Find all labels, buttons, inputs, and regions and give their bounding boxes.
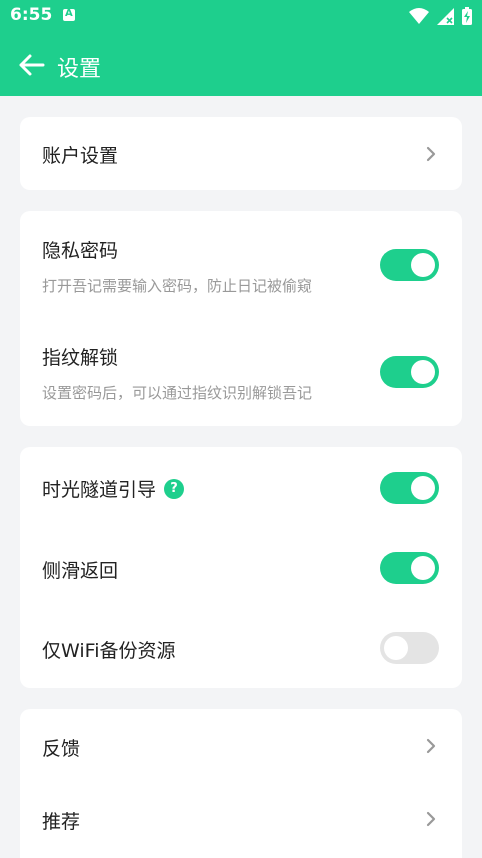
cellular-no-data-icon xyxy=(437,7,454,25)
page-title: 设置 xyxy=(57,57,102,82)
time-tunnel-guide-row[interactable]: 时光隧道引导 ? xyxy=(20,447,462,528)
top-bar: 6:55 设置 xyxy=(0,0,482,96)
arrow-left-icon xyxy=(19,54,45,76)
fingerprint-unlock-toggle[interactable] xyxy=(380,356,439,388)
wifi-only-backup-toggle[interactable] xyxy=(380,632,439,664)
status-time: 6:55 xyxy=(10,5,53,25)
security-card: 隐私密码 打开吾记需要输入密码，防止日记被偷窥 指纹解锁 设置密码后，可以通过指… xyxy=(20,211,462,426)
status-icons xyxy=(409,7,472,25)
account-settings-label: 账户设置 xyxy=(42,145,119,167)
swipe-back-toggle[interactable] xyxy=(380,552,439,584)
privacy-password-description: 打开吾记需要输入密码，防止日记被偷窥 xyxy=(42,277,313,295)
general-card: 时光隧道引导 ? 侧滑返回 仅WiFi备份资源 xyxy=(20,447,462,688)
toggle-knob xyxy=(411,476,435,500)
account-card: 账户设置 xyxy=(20,117,462,190)
swipe-back-label: 侧滑返回 xyxy=(42,560,119,582)
status-bar: 6:55 xyxy=(0,0,482,32)
app-notification-icon xyxy=(63,8,75,21)
feedback-label: 反馈 xyxy=(42,738,81,760)
toggle-knob xyxy=(411,556,435,580)
wifi-icon xyxy=(409,8,429,24)
fingerprint-unlock-row[interactable]: 指纹解锁 设置密码后，可以通过指纹识别解锁吾记 xyxy=(20,318,462,426)
recommend-row[interactable]: 推荐 xyxy=(20,782,462,858)
battery-charging-icon xyxy=(462,7,472,25)
app-bar: 设置 xyxy=(0,38,482,94)
help-icon[interactable]: ? xyxy=(164,478,185,499)
time-tunnel-guide-title: 时光隧道引导 ? xyxy=(42,475,185,502)
toggle-knob xyxy=(411,253,435,277)
feedback-row[interactable]: 反馈 xyxy=(20,709,462,782)
time-tunnel-guide-label: 时光隧道引导 xyxy=(42,479,157,501)
back-button[interactable] xyxy=(14,48,48,82)
misc-card: 反馈 推荐 xyxy=(20,709,462,858)
toggle-knob xyxy=(411,360,435,384)
toggle-knob xyxy=(384,636,408,660)
fingerprint-unlock-label: 指纹解锁 xyxy=(42,347,119,369)
privacy-password-row[interactable]: 隐私密码 打开吾记需要输入密码，防止日记被偷窥 xyxy=(20,211,462,318)
time-tunnel-guide-toggle[interactable] xyxy=(380,472,439,504)
chevron-right-icon xyxy=(426,738,436,754)
chevron-right-icon xyxy=(426,146,436,162)
wifi-only-backup-row[interactable]: 仅WiFi备份资源 xyxy=(20,608,462,688)
fingerprint-unlock-description: 设置密码后，可以通过指纹识别解锁吾记 xyxy=(42,384,313,402)
wifi-only-backup-label: 仅WiFi备份资源 xyxy=(42,640,176,662)
privacy-password-toggle[interactable] xyxy=(380,249,439,281)
privacy-password-label: 隐私密码 xyxy=(42,240,119,262)
recommend-label: 推荐 xyxy=(42,811,81,833)
swipe-back-row[interactable]: 侧滑返回 xyxy=(20,528,462,608)
account-settings-row[interactable]: 账户设置 xyxy=(20,117,462,190)
chevron-right-icon xyxy=(426,811,436,827)
